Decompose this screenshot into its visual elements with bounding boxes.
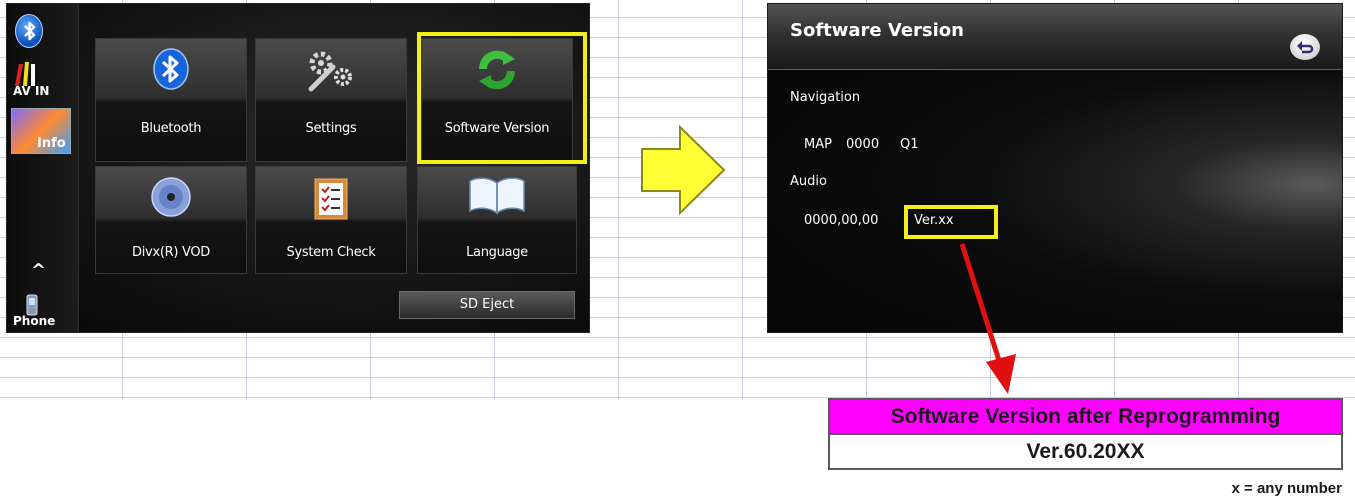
tile-label: Bluetooth	[140, 121, 202, 136]
tile-label: Divx(R) VOD	[132, 245, 210, 260]
book-icon	[467, 175, 527, 220]
footnote: x = any number	[1231, 480, 1342, 497]
result-table: Software Version after Reprogramming Ver…	[828, 398, 1343, 470]
screen-header: Software Version	[768, 4, 1342, 70]
side-item-scroll-up[interactable]: ^	[11, 260, 75, 284]
side-item-phone[interactable]: Phone	[11, 294, 75, 330]
back-arrow-icon	[1297, 41, 1314, 54]
info-label: Info	[37, 136, 66, 151]
bluetooth-icon	[15, 14, 43, 48]
sd-eject-button[interactable]: SD Eject	[399, 291, 575, 319]
navigation-label: Navigation	[790, 90, 861, 105]
result-table-header: Software Version after Reprogramming	[828, 398, 1343, 435]
side-item-info[interactable]: Info	[11, 108, 75, 156]
page-title: Software Version	[790, 20, 964, 41]
audio-label: Audio	[790, 174, 827, 189]
tile-bluetooth[interactable]: Bluetooth	[95, 38, 247, 162]
audio-value: 0000,00,00	[804, 213, 879, 228]
tile-label: System Check	[286, 245, 376, 260]
disc-icon	[149, 175, 193, 224]
bluetooth-icon	[149, 47, 193, 96]
av-in-label: AV IN	[13, 84, 50, 98]
software-version-screen: Software Version Navigation MAP 0000 Q1 …	[767, 3, 1343, 333]
pointer-arrow-icon	[959, 243, 1016, 394]
tile-divx-vod[interactable]: Divx(R) VOD	[95, 166, 247, 274]
side-item-bluetooth[interactable]	[11, 14, 75, 54]
side-item-av-in[interactable]: AV IN	[11, 58, 75, 102]
map-region: Q1	[900, 137, 919, 152]
phone-icon	[26, 294, 38, 316]
phone-label: Phone	[13, 314, 56, 328]
tile-language[interactable]: Language	[417, 166, 577, 274]
tile-settings[interactable]: Settings	[255, 38, 407, 162]
tile-label: Settings	[305, 121, 357, 136]
map-label: MAP	[804, 137, 832, 152]
info-menu-screen: AV IN Info ^ Phone Bluetooth Settings So…	[6, 3, 590, 333]
checklist-icon	[311, 175, 351, 226]
map-value: 0000	[846, 137, 880, 152]
wrench-gear-icon	[303, 47, 359, 98]
side-navigation: AV IN Info ^ Phone	[7, 4, 79, 332]
chevron-up-icon: ^	[31, 260, 47, 281]
arrow-right-icon	[641, 125, 726, 215]
tile-system-check[interactable]: System Check	[255, 166, 407, 274]
tile-label: Language	[466, 245, 528, 260]
software-version-highlight	[417, 32, 587, 164]
result-table-value: Ver.60.20XX	[828, 433, 1343, 470]
back-button[interactable]	[1290, 34, 1320, 60]
